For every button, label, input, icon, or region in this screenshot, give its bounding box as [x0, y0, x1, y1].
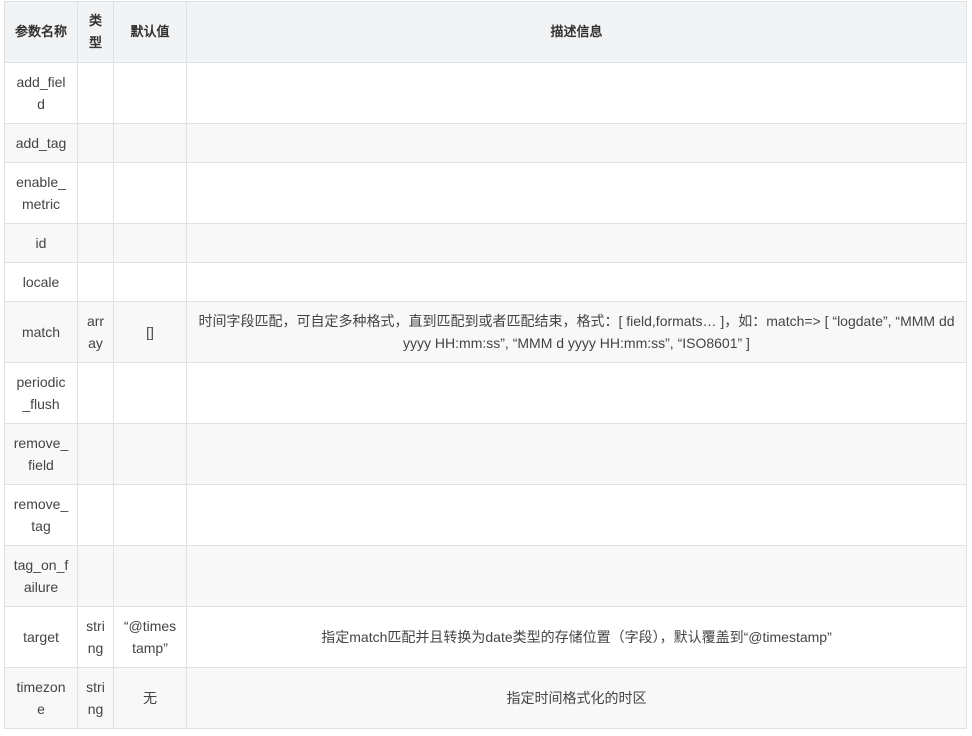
header-param-name: 参数名称 — [4, 1, 78, 63]
cell-description: 指定时间格式化的时区 — [186, 667, 967, 729]
cell-type — [77, 223, 114, 263]
cell-type — [77, 484, 114, 546]
cell-default: 无 — [113, 667, 187, 729]
table-row: periodic_flush — [4, 362, 967, 424]
cell-type: array — [77, 301, 114, 363]
table-row: remove_field — [4, 423, 967, 485]
cell-param-name: add_field — [4, 62, 78, 124]
cell-default: “@timestamp” — [113, 606, 187, 668]
cell-description — [186, 162, 967, 224]
table-body: add_field add_tag enable_metric id local… — [4, 62, 967, 729]
table-row: tag_on_failure — [4, 545, 967, 607]
cell-description — [186, 223, 967, 263]
cell-default — [113, 423, 187, 485]
cell-type — [77, 545, 114, 607]
cell-description — [186, 423, 967, 485]
table-row: locale — [4, 262, 967, 302]
header-default: 默认值 — [113, 1, 187, 63]
table-row: target string “@timestamp” 指定match匹配并且转换… — [4, 606, 967, 668]
table-row: id — [4, 223, 967, 263]
table-row: match array [] 时间字段匹配，可自定多种格式，直到匹配到或者匹配结… — [4, 301, 967, 363]
cell-default — [113, 162, 187, 224]
cell-default — [113, 123, 187, 163]
cell-param-name: add_tag — [4, 123, 78, 163]
cell-param-name: match — [4, 301, 78, 363]
table-row: timezone string 无 指定时间格式化的时区 — [4, 667, 967, 729]
cell-default — [113, 262, 187, 302]
cell-description — [186, 62, 967, 124]
cell-type — [77, 162, 114, 224]
table-header: 参数名称 类型 默认值 描述信息 — [4, 1, 967, 63]
cell-type — [77, 123, 114, 163]
cell-type: string — [77, 667, 114, 729]
cell-param-name: target — [4, 606, 78, 668]
cell-param-name: remove_tag — [4, 484, 78, 546]
params-table-container: 参数名称 类型 默认值 描述信息 add_field add_tag enabl… — [4, 1, 967, 729]
table-row: remove_tag — [4, 484, 967, 546]
cell-param-name: timezone — [4, 667, 78, 729]
cell-description — [186, 123, 967, 163]
cell-description — [186, 262, 967, 302]
cell-param-name: remove_field — [4, 423, 78, 485]
cell-type — [77, 62, 114, 124]
cell-param-name: tag_on_failure — [4, 545, 78, 607]
cell-default — [113, 484, 187, 546]
cell-description — [186, 545, 967, 607]
cell-param-name: id — [4, 223, 78, 263]
cell-description: 指定match匹配并且转换为date类型的存储位置（字段），默认覆盖到“@tim… — [186, 606, 967, 668]
table-row: add_tag — [4, 123, 967, 163]
cell-default — [113, 362, 187, 424]
cell-type: string — [77, 606, 114, 668]
cell-default — [113, 62, 187, 124]
header-type: 类型 — [77, 1, 114, 63]
params-table: 参数名称 类型 默认值 描述信息 add_field add_tag enabl… — [4, 1, 967, 729]
cell-param-name: periodic_flush — [4, 362, 78, 424]
cell-type — [77, 262, 114, 302]
table-row: enable_metric — [4, 162, 967, 224]
cell-type — [77, 362, 114, 424]
cell-type — [77, 423, 114, 485]
cell-param-name: enable_metric — [4, 162, 78, 224]
cell-description — [186, 484, 967, 546]
cell-default — [113, 223, 187, 263]
header-description: 描述信息 — [186, 1, 967, 63]
cell-description: 时间字段匹配，可自定多种格式，直到匹配到或者匹配结束，格式：[ field,fo… — [186, 301, 967, 363]
cell-default: [] — [113, 301, 187, 363]
header-row: 参数名称 类型 默认值 描述信息 — [4, 1, 967, 63]
cell-description — [186, 362, 967, 424]
cell-default — [113, 545, 187, 607]
cell-param-name: locale — [4, 262, 78, 302]
table-row: add_field — [4, 62, 967, 124]
